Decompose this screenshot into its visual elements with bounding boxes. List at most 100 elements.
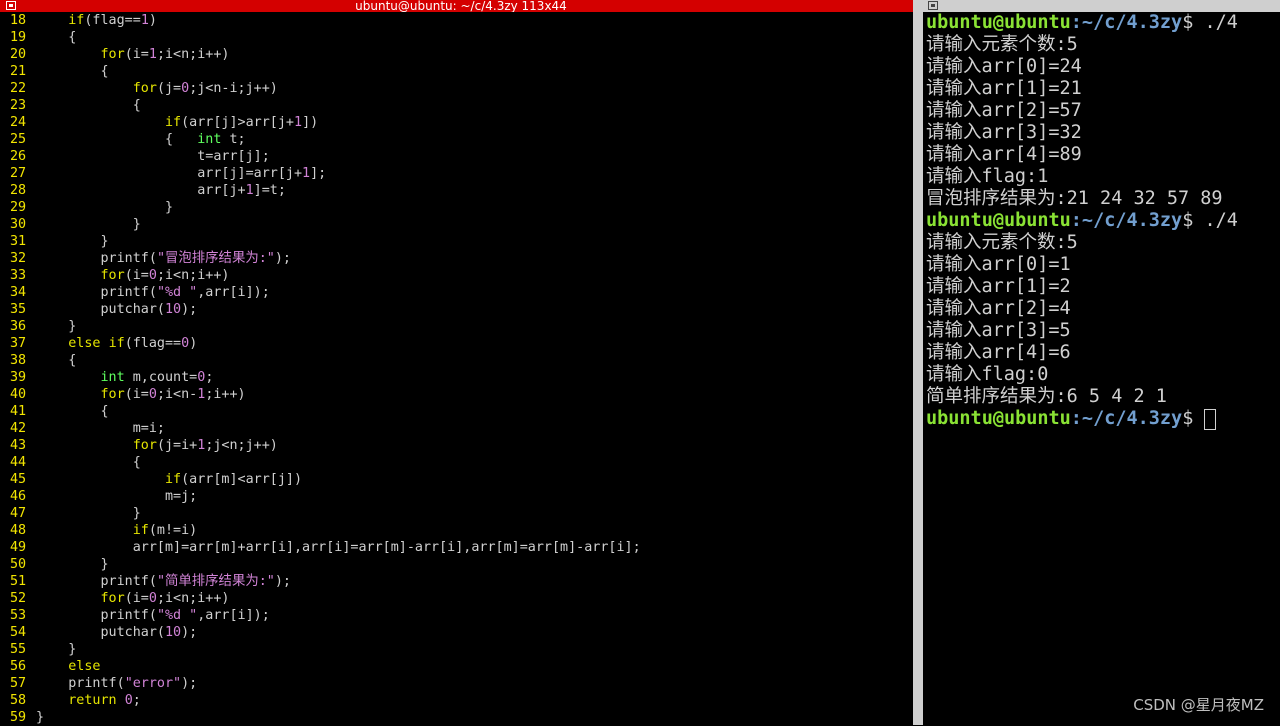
code-text: if(flag==1) <box>36 12 157 29</box>
code-token: ,arr[i]); <box>197 285 270 300</box>
terminal-prompt-line: ubuntu@ubuntu:~/c/4.3zy$ ./4 <box>926 12 1280 34</box>
code-token: { <box>36 98 141 113</box>
line-number: 23 <box>10 98 27 113</box>
code-line: 50 } <box>0 556 910 573</box>
code-token: } <box>36 642 77 657</box>
code-line: 56 else <box>0 658 910 675</box>
code-token: putchar( <box>36 625 165 640</box>
code-token: { <box>36 30 77 45</box>
code-text: return 0; <box>36 692 141 709</box>
code-token: ;i++) <box>205 387 246 402</box>
code-text: m=i; <box>36 420 165 437</box>
code-token: ); <box>181 676 198 691</box>
code-token: ); <box>274 251 291 266</box>
code-line: 26 t=arr[j]; <box>0 148 910 165</box>
code-token: ; <box>205 370 214 385</box>
terminal-output-line: 请输入flag:1 <box>926 166 1049 187</box>
line-number: 53 <box>10 608 27 623</box>
line-number: 58 <box>10 693 27 708</box>
code-token: (flag== <box>84 13 141 28</box>
code-token: ) <box>148 13 157 28</box>
code-token: { <box>36 64 109 79</box>
code-token: ]) <box>302 115 319 130</box>
terminal-prompt-line: ubuntu@ubuntu:~/c/4.3zy$ ./4 <box>926 210 1280 232</box>
code-token: (i= <box>124 268 149 283</box>
code-token: else <box>68 336 101 351</box>
code-token: 1 <box>302 166 311 181</box>
code-text: } <box>36 709 44 726</box>
line-number: 32 <box>10 251 27 266</box>
code-text: int m,count=0; <box>36 369 214 386</box>
code-token: (i= <box>124 47 149 62</box>
code-token: t=arr[j]; <box>36 149 270 164</box>
code-token: } <box>36 200 174 215</box>
code-token: if <box>132 523 149 538</box>
terminal-output-line: 请输入arr[4]=6 <box>926 342 1071 363</box>
code-text: { <box>36 97 141 114</box>
code-text: { <box>36 352 76 369</box>
right-terminal-window[interactable]: ubuntu@ubuntu:~/c/4.3zy$ ./4 请输入元素个数:5 请输入… <box>923 0 1280 725</box>
code-text: for(i=0;i<n-1;i++) <box>36 386 246 403</box>
code-token: } <box>36 710 45 725</box>
code-token: (arr[j]>arr[j+ <box>181 115 294 130</box>
line-number: 52 <box>10 591 27 606</box>
terminal-output-line: 请输入arr[2]=57 <box>926 100 1082 121</box>
line-number: 40 <box>10 387 27 402</box>
code-token: for <box>132 81 157 96</box>
line-number: 28 <box>10 183 27 198</box>
code-token: (arr[m]<arr[j]) <box>181 472 303 487</box>
code-text: if(arr[m]<arr[j]) <box>36 471 302 488</box>
left-terminal-titlebar[interactable]: ubuntu@ubuntu: ~/c/4.3zy 113x44 <box>0 0 922 12</box>
code-token: for <box>100 387 125 402</box>
terminal-output-line: 请输入arr[0]=1 <box>926 254 1071 275</box>
code-text: else if(flag==0) <box>36 335 197 352</box>
prompt-command: ./4 <box>1193 210 1238 231</box>
code-text: { <box>36 63 109 80</box>
line-number: 18 <box>10 13 27 28</box>
code-line: 27 arr[j]=arr[j+1]; <box>0 165 910 182</box>
left-terminal-title: ubuntu@ubuntu: ~/c/4.3zy 113x44 <box>355 0 567 12</box>
right-terminal-titlebar[interactable] <box>923 0 1280 12</box>
line-number: 39 <box>10 370 27 385</box>
line-number: 57 <box>10 676 27 691</box>
code-token: for <box>132 438 157 453</box>
code-line: 55 } <box>0 641 910 658</box>
code-line: 53 printf("%d ",arr[i]); <box>0 607 910 624</box>
line-number: 19 <box>10 30 27 45</box>
code-text: m=j; <box>36 488 197 505</box>
terminal-output-line: 请输入arr[2]=4 <box>926 298 1071 319</box>
code-token: "%d " <box>156 608 198 623</box>
code-line: 39 int m,count=0; <box>0 369 910 386</box>
code-line: 21 { <box>0 63 910 80</box>
line-number: 56 <box>10 659 27 674</box>
code-token: printf( <box>36 608 157 623</box>
code-token: m=i; <box>36 421 165 436</box>
terminal-output-line: 请输入元素个数:5 <box>926 232 1078 253</box>
line-number: 55 <box>10 642 27 657</box>
terminal-prompt-line: ubuntu@ubuntu:~/c/4.3zy$ <box>926 408 1280 430</box>
code-token: "简单排序结果为:" <box>156 574 275 589</box>
code-line: 30 } <box>0 216 910 233</box>
code-line: 52 for(i=0;i<n;i++) <box>0 590 910 607</box>
code-text: printf("冒泡排序结果为:"); <box>36 250 291 267</box>
code-token: (flag== <box>124 336 182 351</box>
line-number: 44 <box>10 455 27 470</box>
code-text: if(arr[j]>arr[j+1]) <box>36 114 318 131</box>
left-terminal-window[interactable]: ubuntu@ubuntu: ~/c/4.3zy 113x44 18 if(fl… <box>0 0 922 726</box>
code-text: { <box>36 29 76 46</box>
code-editor[interactable]: 18 if(flag==1) 19 {20 for(i=1;i<n;i++) 21 … <box>0 12 910 726</box>
terminal-output[interactable]: ubuntu@ubuntu:~/c/4.3zy$ ./4 请输入元素个数:5 请输入… <box>926 12 1280 430</box>
code-token: 1 <box>245 183 254 198</box>
code-token: printf( <box>36 251 157 266</box>
code-line: 38 { <box>0 352 910 369</box>
line-number: 36 <box>10 319 27 334</box>
terminal-output-line: 简单排序结果为:6 5 4 2 1 <box>926 386 1167 407</box>
code-token: ]=t; <box>253 183 286 198</box>
code-line: 44 { <box>0 454 910 471</box>
line-number: 43 <box>10 438 27 453</box>
